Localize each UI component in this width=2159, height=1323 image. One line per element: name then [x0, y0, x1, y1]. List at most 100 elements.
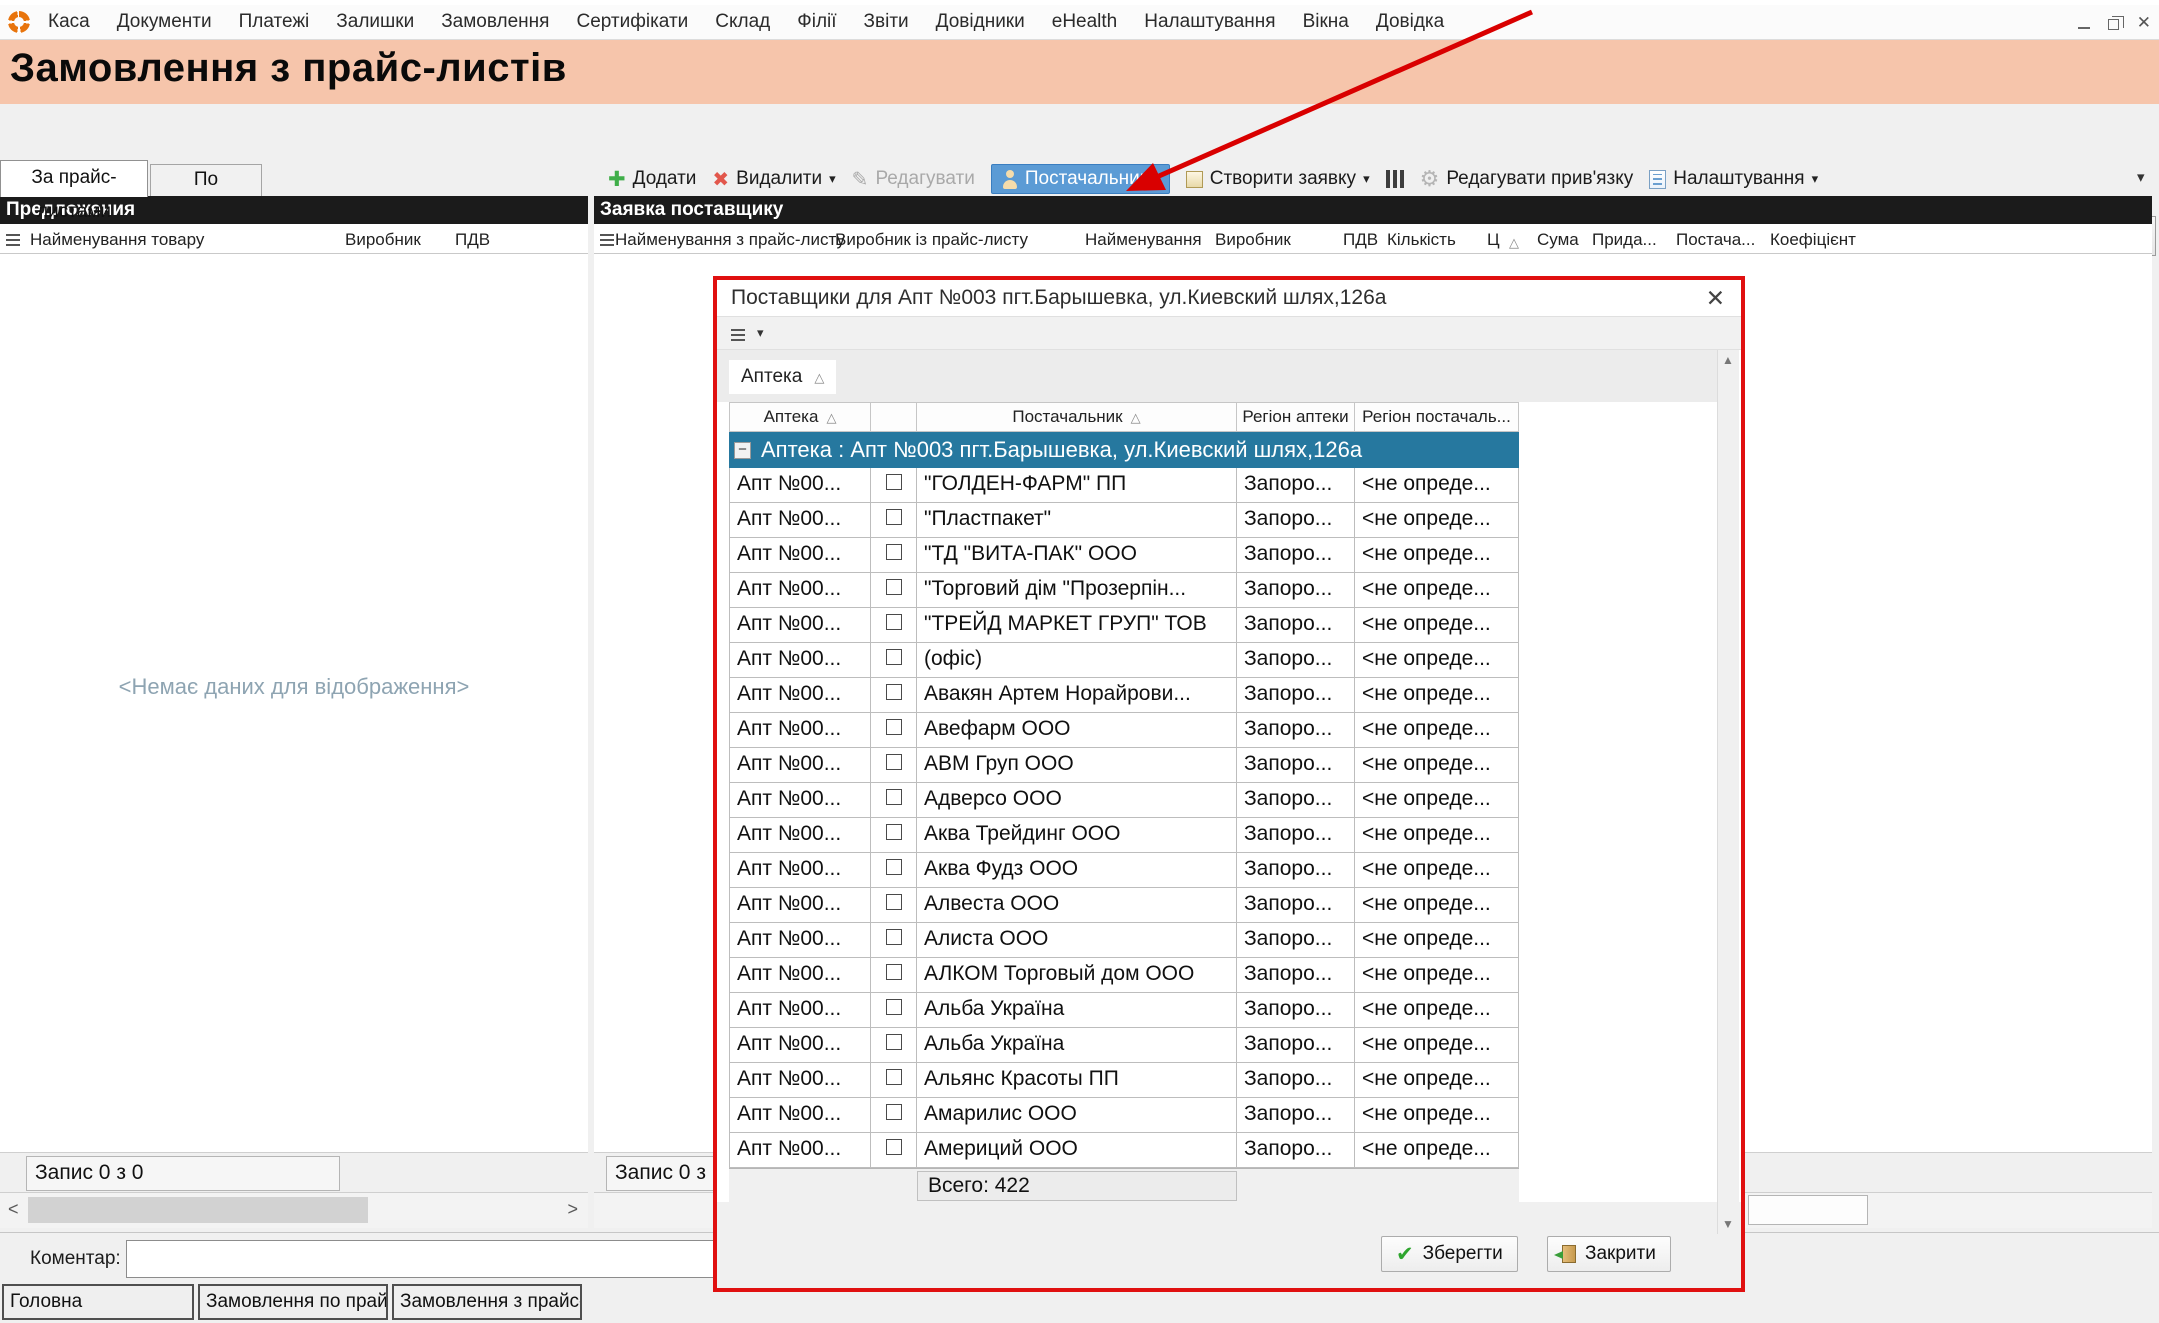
- table-row[interactable]: Апт №00... "ТД "ВИТА-ПАК" ООО Запоро... …: [717, 538, 1741, 573]
- cell-pharmacy[interactable]: Апт №00...: [729, 678, 871, 713]
- cell-supplier[interactable]: Амарилис ООО: [917, 1098, 1237, 1133]
- suppliers-button[interactable]: Постачальники: [991, 164, 1170, 194]
- col-vat[interactable]: ПДВ: [455, 230, 490, 250]
- checkbox-unchecked-icon[interactable]: [886, 579, 902, 595]
- cell-supplier-region[interactable]: <не опреде...: [1355, 958, 1519, 993]
- col-manufacturer[interactable]: Виробник: [345, 230, 421, 250]
- checkbox-unchecked-icon[interactable]: [886, 544, 902, 560]
- menu-help[interactable]: Довідка: [1376, 11, 1444, 33]
- cell-pharmacy-region[interactable]: Запоро...: [1237, 468, 1355, 503]
- cell-supplier[interactable]: "ГОЛДЕН-ФАРМ" ПП: [917, 468, 1237, 503]
- table-row[interactable]: Апт №00... "ТРЕЙД МАРКЕТ ГРУП" ТОВ Запор…: [717, 608, 1741, 643]
- table-row[interactable]: Апт №00... Аква Фудз ООО Запоро... <не о…: [717, 853, 1741, 888]
- cell-supplier[interactable]: АЛКОМ Торговый дом ООО: [917, 958, 1237, 993]
- menu-stocks[interactable]: Залишки: [336, 11, 414, 33]
- cell-pharmacy-region[interactable]: Запоро...: [1237, 503, 1355, 538]
- cell-pharmacy-region[interactable]: Запоро...: [1237, 888, 1355, 923]
- checkbox-unchecked-icon[interactable]: [886, 929, 902, 945]
- cell-checkbox[interactable]: [871, 748, 917, 783]
- menu-kasa[interactable]: Каса: [48, 11, 90, 33]
- edit-binding-button[interactable]: ⚙ Редагувати прив'язку: [1420, 166, 1634, 192]
- cell-supplier[interactable]: Альба Україна: [917, 1028, 1237, 1063]
- cell-supplier-region[interactable]: <не опреде...: [1355, 1063, 1519, 1098]
- col-manufacturer[interactable]: Виробник: [1215, 230, 1291, 250]
- cell-pharmacy[interactable]: Апт №00...: [729, 923, 871, 958]
- bottom-tab-main[interactable]: Головна: [2, 1284, 194, 1320]
- tab-by-directory[interactable]: По довіднику: [150, 164, 262, 197]
- offers-hscrollbar[interactable]: < >: [0, 1192, 588, 1228]
- scroll-up-icon[interactable]: ▲: [1722, 353, 1734, 367]
- grid-menu-icon[interactable]: [6, 232, 20, 246]
- checkbox-unchecked-icon[interactable]: [886, 509, 902, 525]
- table-row[interactable]: Апт №00... Авакян Артем Норайрови... Зап…: [717, 678, 1741, 713]
- collapse-icon[interactable]: [734, 442, 751, 459]
- cell-checkbox[interactable]: [871, 1063, 917, 1098]
- cell-pharmacy-region[interactable]: Запоро...: [1237, 993, 1355, 1028]
- bottom-tab-order-from-price[interactable]: Замовлення з прайс- ...: [392, 1284, 582, 1320]
- table-row[interactable]: Апт №00... (офіс) Запоро... <не опреде..…: [717, 643, 1741, 678]
- table-row[interactable]: Апт №00... АВМ Груп ООО Запоро... <не оп…: [717, 748, 1741, 783]
- menu-reports[interactable]: Звіти: [864, 11, 909, 33]
- cell-pharmacy[interactable]: Апт №00...: [729, 853, 871, 888]
- cell-checkbox[interactable]: [871, 993, 917, 1028]
- scroll-left-icon[interactable]: <: [8, 1199, 19, 1220]
- col-price[interactable]: Ц: [1487, 230, 1500, 250]
- cell-supplier[interactable]: "Торговий дім "Прозерпін...: [917, 573, 1237, 608]
- menu-certificates[interactable]: Сертифікати: [576, 11, 688, 33]
- cell-checkbox[interactable]: [871, 958, 917, 993]
- cell-supplier-region[interactable]: <не опреде...: [1355, 783, 1519, 818]
- cell-supplier-region[interactable]: <не опреде...: [1355, 538, 1519, 573]
- columns-button[interactable]: [1386, 170, 1404, 188]
- cell-pharmacy[interactable]: Апт №00...: [729, 713, 871, 748]
- cell-supplier[interactable]: Алвеста ООО: [917, 888, 1237, 923]
- cell-supplier-region[interactable]: <не опреде...: [1355, 503, 1519, 538]
- cell-supplier[interactable]: "Пластпакет": [917, 503, 1237, 538]
- checkbox-unchecked-icon[interactable]: [886, 754, 902, 770]
- col-manufacturer-from-pricelist[interactable]: Виробник із прайс-листу: [835, 230, 1028, 250]
- cell-pharmacy[interactable]: Апт №00...: [729, 1063, 871, 1098]
- cell-supplier[interactable]: Авефарм ООО: [917, 713, 1237, 748]
- checkbox-unchecked-icon[interactable]: [886, 999, 902, 1015]
- cell-checkbox[interactable]: [871, 923, 917, 958]
- checkbox-unchecked-icon[interactable]: [886, 614, 902, 630]
- menu-branches[interactable]: Філії: [797, 11, 836, 33]
- menu-orders[interactable]: Замовлення: [441, 11, 549, 33]
- cell-checkbox[interactable]: [871, 678, 917, 713]
- checkbox-unchecked-icon[interactable]: [886, 789, 902, 805]
- cell-supplier[interactable]: (офіс): [917, 643, 1237, 678]
- cell-pharmacy[interactable]: Апт №00...: [729, 503, 871, 538]
- cell-pharmacy[interactable]: Апт №00...: [729, 748, 871, 783]
- col-pharmacy-region[interactable]: Регіон аптеки: [1237, 402, 1355, 432]
- col-supplier[interactable]: Постача...: [1676, 230, 1755, 250]
- cell-pharmacy[interactable]: Апт №00...: [729, 783, 871, 818]
- cell-pharmacy-region[interactable]: Запоро...: [1237, 573, 1355, 608]
- cell-pharmacy-region[interactable]: Запоро...: [1237, 923, 1355, 958]
- col-pharmacy[interactable]: Аптека: [729, 402, 871, 432]
- cell-supplier-region[interactable]: <не опреде...: [1355, 1133, 1519, 1168]
- col-checkbox[interactable]: [871, 402, 917, 432]
- close-button[interactable]: Закрити: [1547, 1236, 1671, 1272]
- checkbox-unchecked-icon[interactable]: [886, 1139, 902, 1155]
- cell-pharmacy[interactable]: Апт №00...: [729, 993, 871, 1028]
- edit-button[interactable]: ✎ Редагувати: [852, 167, 975, 192]
- cell-supplier[interactable]: "ТД "ВИТА-ПАК" ООО: [917, 538, 1237, 573]
- cell-pharmacy-region[interactable]: Запоро...: [1237, 678, 1355, 713]
- cell-checkbox[interactable]: [871, 783, 917, 818]
- cell-pharmacy-region[interactable]: Запоро...: [1237, 1028, 1355, 1063]
- table-row[interactable]: Апт №00... Амарилис ООО Запоро... <не оп…: [717, 1098, 1741, 1133]
- cell-checkbox[interactable]: [871, 818, 917, 853]
- cell-pharmacy-region[interactable]: Запоро...: [1237, 1133, 1355, 1168]
- col-name-from-pricelist[interactable]: Найменування з прайс-листу: [615, 230, 845, 250]
- toolbar-overflow-icon[interactable]: ▾: [2137, 168, 2145, 186]
- table-row[interactable]: Апт №00... "Торговий дім "Прозерпін... З…: [717, 573, 1741, 608]
- cell-supplier-region[interactable]: <не опреде...: [1355, 678, 1519, 713]
- cell-supplier[interactable]: Аква Фудз ООО: [917, 853, 1237, 888]
- cell-pharmacy-region[interactable]: Запоро...: [1237, 1098, 1355, 1133]
- cell-checkbox[interactable]: [871, 468, 917, 503]
- cell-pharmacy-region[interactable]: Запоро...: [1237, 818, 1355, 853]
- cell-pharmacy[interactable]: Апт №00...: [729, 608, 871, 643]
- checkbox-unchecked-icon[interactable]: [886, 964, 902, 980]
- menu-warehouse[interactable]: Склад: [715, 11, 770, 33]
- col-supplier[interactable]: Постачальник: [917, 402, 1237, 432]
- cell-checkbox[interactable]: [871, 853, 917, 888]
